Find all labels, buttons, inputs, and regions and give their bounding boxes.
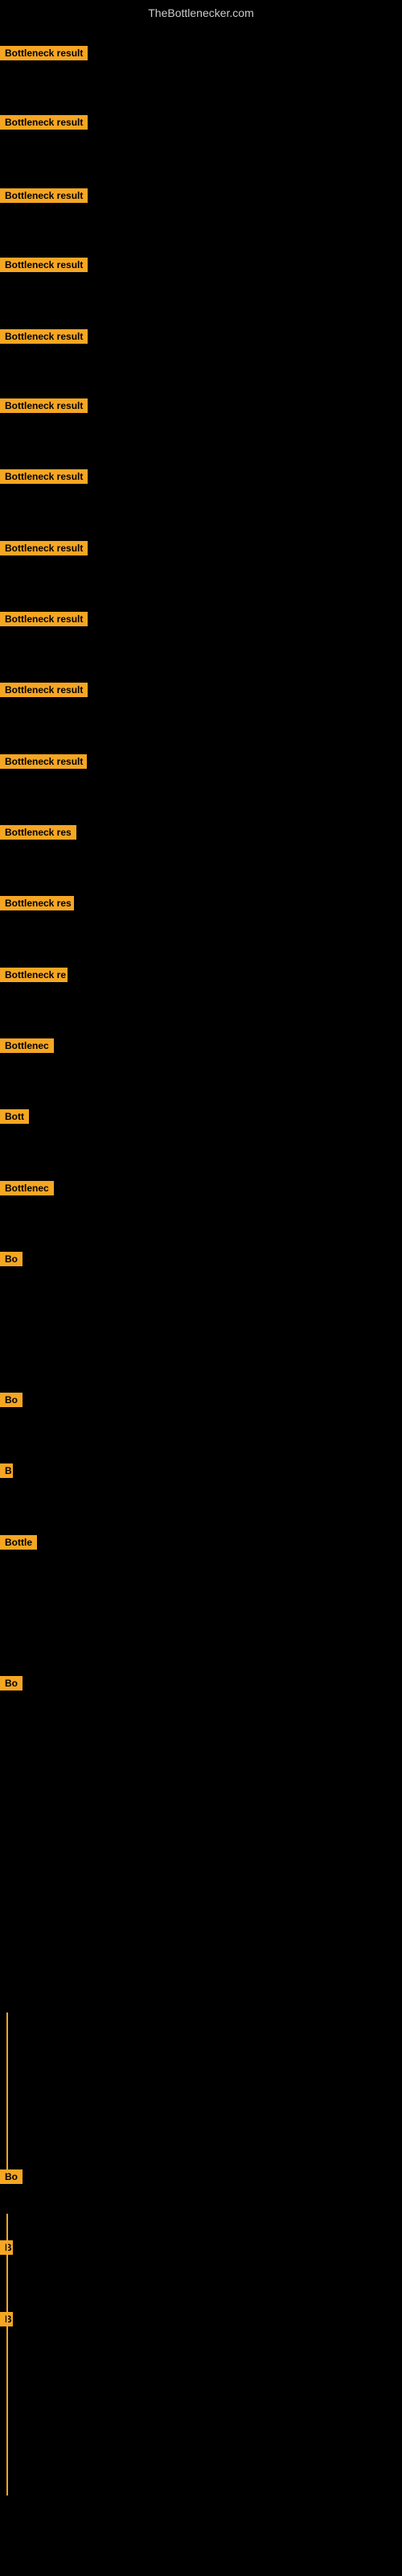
badge-label-18: Bo: [0, 1393, 23, 1407]
bottleneck-badge-2: Bottleneck result: [0, 188, 88, 207]
bottleneck-badge-6: Bottleneck result: [0, 469, 88, 488]
badge-label-10: Bottleneck result: [0, 754, 87, 769]
badge-label-3: Bottleneck result: [0, 258, 88, 272]
bottleneck-badge-17: Bo: [0, 1252, 23, 1270]
bottleneck-badge-11: Bottleneck res: [0, 825, 76, 844]
badge-label-2: Bottleneck result: [0, 188, 88, 203]
bottleneck-badge-7: Bottleneck result: [0, 541, 88, 559]
bottleneck-badge-9: Bottleneck result: [0, 683, 88, 701]
vertical-line-0: [6, 2013, 8, 2174]
badge-label-14: Bottlenec: [0, 1038, 54, 1053]
badge-label-5: Bottleneck result: [0, 398, 88, 413]
badge-label-21: Bo: [0, 1676, 23, 1690]
bottleneck-badge-15: Bott: [0, 1109, 29, 1128]
bottleneck-badge-18: Bo: [0, 1393, 23, 1411]
bottleneck-badge-4: Bottleneck result: [0, 329, 88, 348]
bottleneck-badge-19: B: [0, 1463, 13, 1482]
badge-label-15: Bott: [0, 1109, 29, 1124]
bottleneck-badge-16: Bottlenec: [0, 1181, 54, 1199]
badge-label-22: Bo: [0, 2169, 23, 2184]
bottleneck-badge-20: Bottle: [0, 1535, 37, 1554]
bottleneck-badge-0: Bottleneck result: [0, 46, 88, 64]
bottleneck-badge-21: Bo: [0, 1676, 23, 1695]
badge-label-20: Bottle: [0, 1535, 37, 1550]
bottleneck-badge-3: Bottleneck result: [0, 258, 88, 276]
badge-label-8: Bottleneck result: [0, 612, 88, 626]
bottleneck-badge-10: Bottleneck result: [0, 754, 87, 773]
badge-label-4: Bottleneck result: [0, 329, 88, 344]
bottleneck-badge-14: Bottlenec: [0, 1038, 54, 1057]
badge-label-19: B: [0, 1463, 13, 1478]
bottleneck-badge-22: Bo: [0, 2169, 23, 2188]
bottleneck-badge-5: Bottleneck result: [0, 398, 88, 417]
vertical-line-1: [6, 2214, 8, 2496]
bottleneck-badge-12: Bottleneck res: [0, 896, 74, 914]
site-title: TheBottlenecker.com: [0, 0, 402, 23]
badge-label-13: Bottleneck re: [0, 968, 68, 982]
badge-label-12: Bottleneck res: [0, 896, 74, 910]
bottleneck-badge-1: Bottleneck result: [0, 115, 88, 134]
badge-label-11: Bottleneck res: [0, 825, 76, 840]
badge-label-7: Bottleneck result: [0, 541, 88, 555]
bottleneck-badge-13: Bottleneck re: [0, 968, 68, 986]
badge-label-16: Bottlenec: [0, 1181, 54, 1195]
bottleneck-badge-8: Bottleneck result: [0, 612, 88, 630]
badge-label-1: Bottleneck result: [0, 115, 88, 130]
badge-label-6: Bottleneck result: [0, 469, 88, 484]
badge-label-9: Bottleneck result: [0, 683, 88, 697]
badge-label-0: Bottleneck result: [0, 46, 88, 60]
badge-label-17: Bo: [0, 1252, 23, 1266]
